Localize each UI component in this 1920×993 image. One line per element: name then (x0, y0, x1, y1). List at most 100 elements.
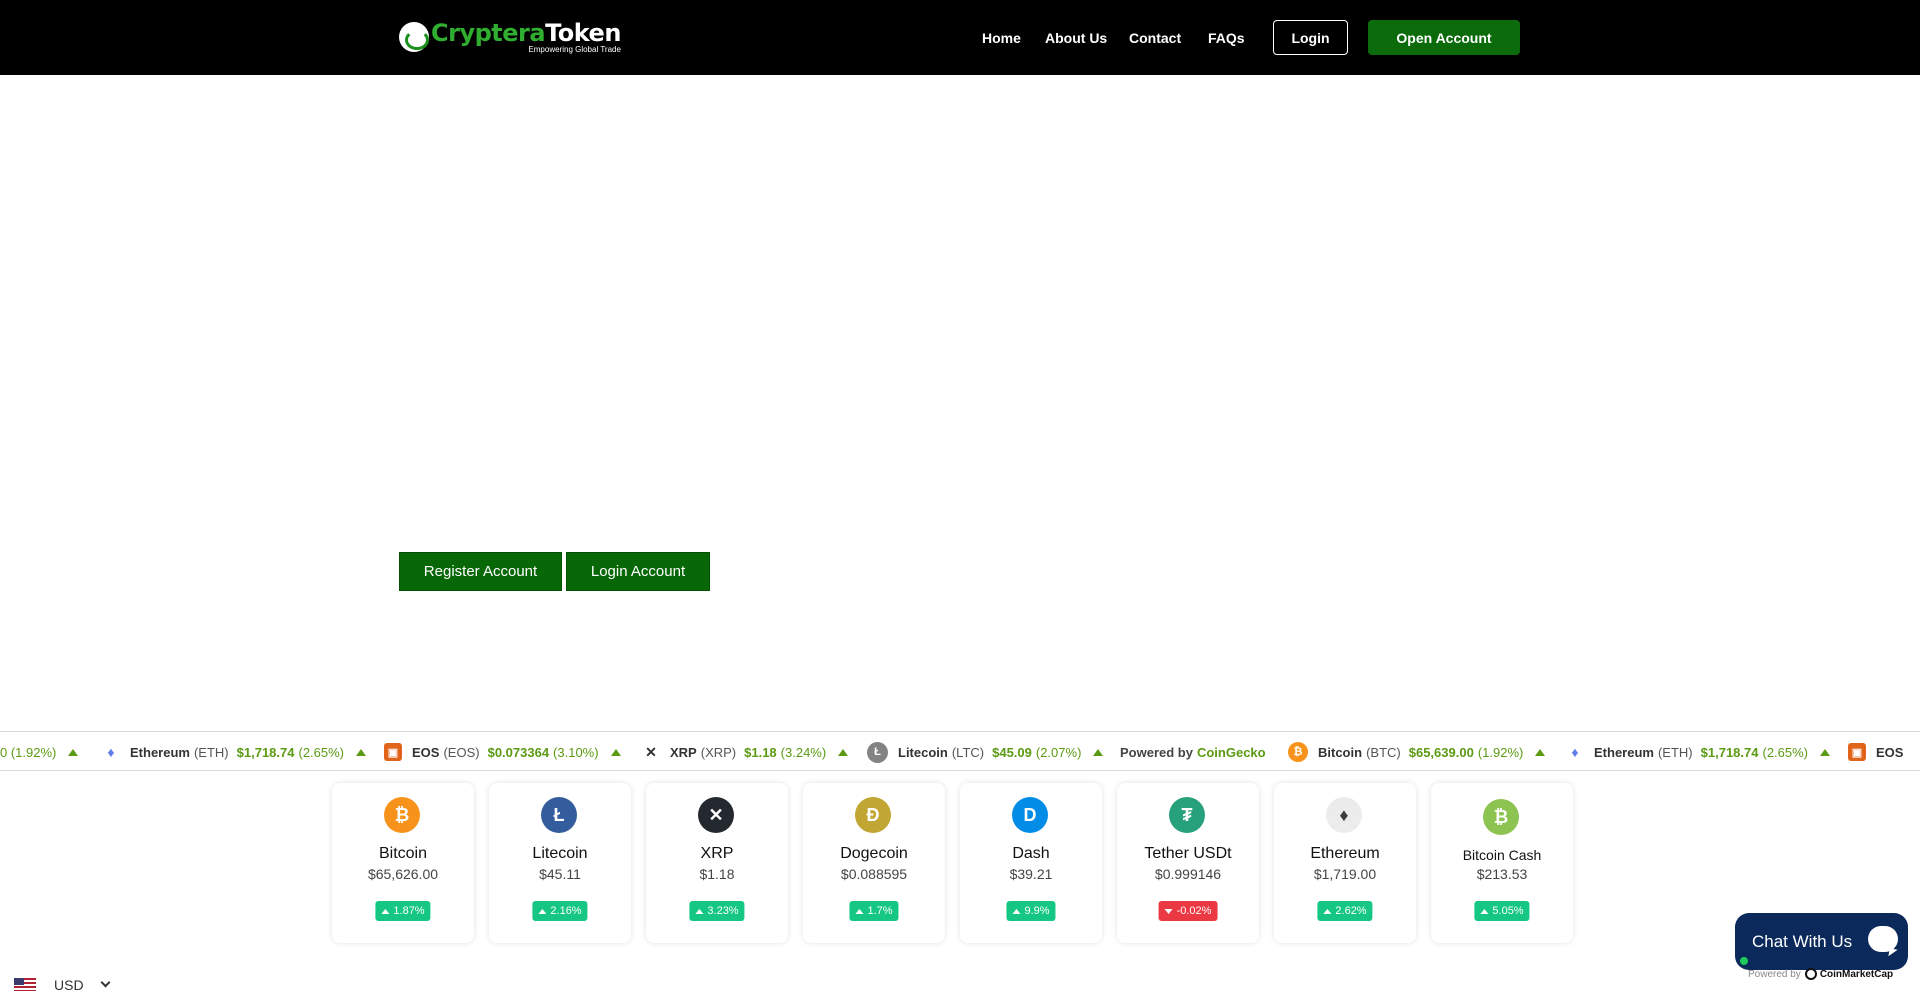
ticker-symbol: (LTC) (951, 744, 985, 760)
change-badge: 5.05% (1474, 901, 1530, 921)
powered-by-label: Powered by (1748, 968, 1801, 980)
up-arrow-icon (1820, 748, 1831, 756)
change-badge: 1.7% (849, 901, 899, 921)
login-account-button[interactable]: Login Account (566, 552, 710, 591)
currency-code: USD (54, 976, 84, 993)
tether-icon: ₮ (1169, 797, 1205, 833)
login-button[interactable]: Login (1273, 20, 1348, 55)
up-arrow-icon (1535, 748, 1546, 756)
open-account-button[interactable]: Open Account (1368, 20, 1520, 55)
litecoin-icon: Ł (867, 741, 888, 763)
coin-price: $1.18 (699, 866, 735, 882)
currency-selector[interactable]: USD (14, 976, 111, 993)
coin-name: Bitcoin (378, 845, 428, 862)
ticker-change: 0 (1.92%) (0, 744, 57, 760)
ticker-item: ▣ EOS (EOS) $0.073364 (3.10%) (384, 732, 621, 770)
nav-home-link[interactable]: Home (982, 30, 1021, 46)
change-badge: 3.23% (689, 901, 745, 921)
coin-card-bitcoin[interactable]: ₿ Bitcoin $65,626.00 1.87% (332, 783, 474, 943)
coin-price: $39.21 (1009, 866, 1053, 882)
ticker-change: (2.07%) (1035, 744, 1082, 760)
ticker-symbol: (XRP) (700, 744, 737, 760)
change-badge: 2.62% (1317, 901, 1373, 921)
ticker-item: ₿ Bitcoin (BTC) $65,639.00 (1.92%) (1288, 732, 1546, 770)
ticker-item: Ł Litecoin (LTC) $45.09 (2.07%) (867, 732, 1104, 770)
chat-bubble-icon (1868, 926, 1898, 952)
coin-name: Ethereum (1310, 845, 1380, 862)
logo-word-1: Cryptera (431, 18, 546, 47)
up-arrow-icon (381, 908, 390, 914)
coingecko-link[interactable]: CoinGecko (1197, 745, 1266, 760)
ticker-item: ♦ Ethereum (ETH) $1,718.74 (2.65%) (1566, 732, 1831, 770)
coin-price: $1,719.00 (1313, 866, 1377, 882)
dash-icon: D (1012, 797, 1048, 833)
coinmarketcap-icon (1804, 968, 1817, 980)
up-arrow-icon (1480, 908, 1489, 914)
logo-wordmark: CrypteraToken (431, 21, 621, 45)
eos-icon: ▣ (1848, 743, 1866, 761)
ticker-price: $45.09 (992, 744, 1032, 760)
coin-card-litecoin[interactable]: Ł Litecoin $45.11 2.16% (489, 783, 631, 943)
coin-price: $0.088595 (840, 866, 908, 882)
chat-label: Chat With Us (1752, 931, 1853, 951)
ticker-item: 0 (1.92%) (0, 732, 79, 770)
bitcoin-icon: ₿ (384, 797, 420, 833)
change-value: 1.87% (393, 905, 425, 917)
coin-card-dogecoin[interactable]: Ð Dogecoin $0.088595 1.7% (803, 783, 945, 943)
coin-price: $0.999146 (1154, 866, 1222, 882)
coin-name: Bitcoin Cash (1462, 847, 1542, 863)
coin-card-ethereum[interactable]: ♦ Ethereum $1,719.00 2.62% (1274, 783, 1416, 943)
ticker-name: XRP (670, 744, 697, 760)
change-value: 2.16% (550, 905, 582, 917)
chat-widget-button[interactable]: Chat With Us (1735, 913, 1908, 970)
nav-faqs-link[interactable]: FAQs (1208, 30, 1245, 46)
top-navbar: CrypteraToken Empowering Global Trade Ho… (0, 0, 1920, 75)
nav-contact-link[interactable]: Contact (1129, 30, 1181, 46)
nav-about-link[interactable]: About Us (1045, 30, 1107, 46)
change-value: 3.23% (707, 905, 739, 917)
coin-card-dash[interactable]: D Dash $39.21 9.9% (960, 783, 1102, 943)
bitcoin-icon: ₿ (1288, 742, 1308, 762)
logo-icon (399, 22, 429, 52)
xrp-icon: ✕ (642, 743, 660, 761)
logo-text: CrypteraToken Empowering Global Trade (431, 21, 621, 54)
logo-word-2: Token (545, 18, 621, 47)
chevron-down-icon (100, 977, 111, 988)
bitcoin-cash-icon: ₿ (1483, 799, 1519, 835)
ticker-item: ▣ EOS (1848, 732, 1904, 770)
register-account-button[interactable]: Register Account (399, 552, 562, 591)
coinmarketcap-brand[interactable]: CoinMarketCap (1804, 968, 1893, 980)
ticker-change: (3.10%) (553, 744, 599, 760)
ticker-price: $1,718.74 (1700, 744, 1759, 760)
xrp-icon: ✕ (698, 797, 734, 833)
cryptera-token-logo[interactable]: CrypteraToken Empowering Global Trade (399, 18, 621, 56)
coin-cards: ₿ Bitcoin $65,626.00 1.87% Ł Litecoin $4… (0, 783, 1920, 943)
coin-name: Dogecoin (840, 845, 908, 862)
change-value: 5.05% (1492, 905, 1524, 917)
coin-name: Dash (1012, 845, 1050, 862)
powered-by-coingecko[interactable]: Powered by CoinGecko (1120, 732, 1266, 770)
coin-card-tether[interactable]: ₮ Tether USDt $0.999146 -0.02% (1117, 783, 1259, 943)
coin-name: Litecoin (532, 845, 588, 862)
ticker-name: Ethereum (130, 744, 190, 760)
ticker-name: EOS (1876, 744, 1904, 760)
coin-card-xrp[interactable]: ✕ XRP $1.18 3.23% (646, 783, 788, 943)
ticker-change: (3.24%) (780, 744, 827, 760)
ticker-name: Litecoin (898, 744, 948, 760)
ticker-name: Bitcoin (1318, 744, 1363, 760)
online-status-dot (1738, 955, 1750, 967)
up-arrow-icon (838, 748, 849, 756)
change-badge: 1.87% (375, 901, 431, 921)
change-badge: 9.9% (1006, 901, 1056, 921)
up-arrow-icon (610, 748, 621, 756)
up-arrow-icon (855, 908, 864, 914)
ticker-change: (1.92%) (1477, 744, 1524, 760)
ticker-name: EOS (412, 744, 440, 760)
change-value: -0.02% (1176, 905, 1212, 917)
change-badge: -0.02% (1158, 901, 1218, 921)
coin-card-bitcoin-cash[interactable]: ₿ Bitcoin Cash $213.53 5.05% (1431, 783, 1573, 943)
ticker-price: $1.18 (744, 744, 777, 760)
ticker-change: (2.65%) (298, 744, 345, 760)
ethereum-icon: ♦ (102, 743, 120, 761)
up-arrow-icon (1012, 908, 1021, 914)
